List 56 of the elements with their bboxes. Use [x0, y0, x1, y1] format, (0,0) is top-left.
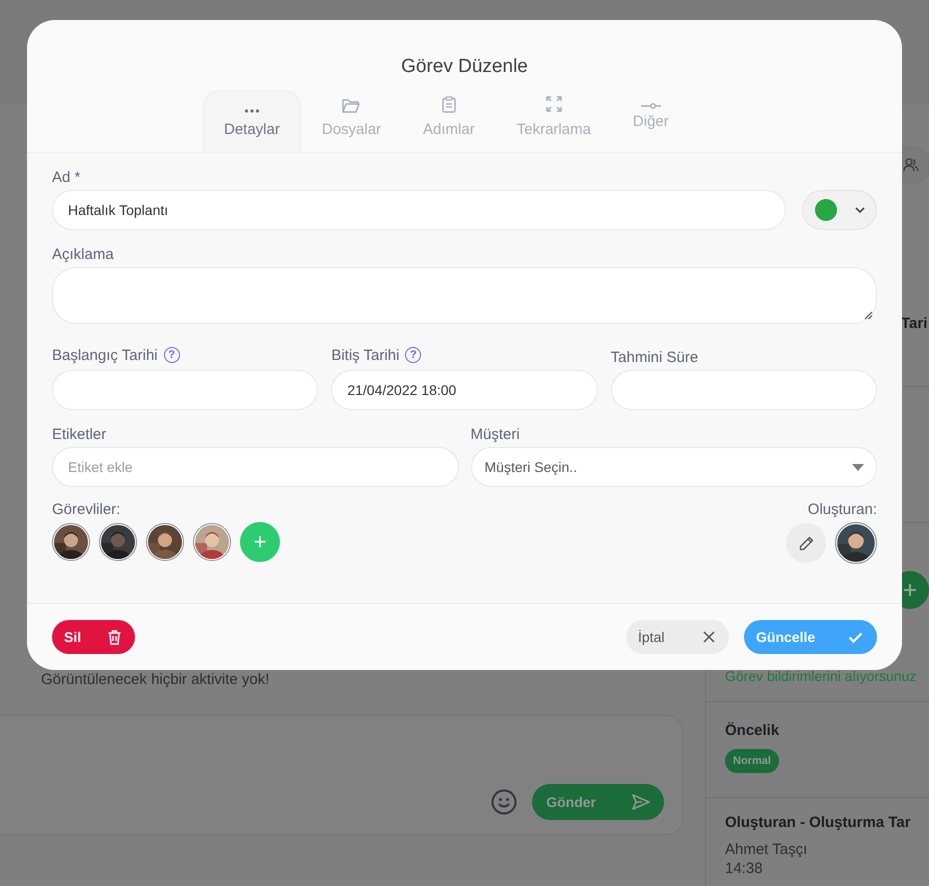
cancel-button[interactable]: İptal: [626, 620, 729, 654]
pencil-icon: [798, 536, 814, 550]
section-heading: Tari: [901, 315, 928, 332]
field-label: Oluşturan:: [808, 501, 877, 518]
trash-icon: [108, 630, 121, 644]
send-icon: [632, 794, 650, 810]
start-date-field[interactable]: [52, 370, 318, 410]
field-label: Müşteri: [470, 426, 521, 443]
folder-icon: [342, 98, 360, 113]
help-icon[interactable]: ?: [405, 347, 422, 363]
customer-select[interactable]: Müşteri Seçin..: [470, 447, 877, 487]
tags-field[interactable]: Etiket ekle: [52, 447, 458, 487]
delete-button[interactable]: Sil: [52, 620, 135, 654]
edit-button[interactable]: [786, 523, 826, 563]
send-button[interactable]: Gönder: [532, 784, 664, 820]
repeat-icon: [544, 95, 563, 113]
description-field[interactable]: [52, 267, 877, 324]
notification-status: Görev bildirimlerini alıyorsunuz: [725, 668, 918, 684]
emoji-icon[interactable]: [491, 789, 518, 815]
field-label: Bitiş Tarihi: [331, 346, 400, 364]
chevron-down-icon: [854, 207, 864, 213]
update-button[interactable]: Güncelle: [744, 620, 877, 654]
plus-icon: [903, 583, 917, 597]
field-label: Görevliler:: [52, 501, 122, 518]
color-picker[interactable]: [802, 190, 877, 230]
created-time: 14:38: [725, 860, 764, 877]
name-field[interactable]: Haftalık Toplantı: [52, 190, 786, 230]
priority-badge: Normal: [725, 749, 779, 773]
people-icon: [903, 158, 919, 172]
empty-activity-text: Görüntülenecek hiçbir aktivite yok!: [41, 671, 270, 688]
comment-box[interactable]: Gönder: [0, 715, 683, 835]
clipboard-icon: [442, 96, 456, 113]
field-label: Başlangıç Tarihi: [52, 346, 158, 364]
field-label: Tahmini Süre: [610, 349, 698, 366]
field-label: Ad *: [52, 169, 82, 186]
tab[interactable]: Tekrarlama: [496, 90, 612, 152]
slider-icon: [640, 103, 661, 109]
close-icon: [703, 631, 715, 643]
more-icon: [244, 109, 260, 113]
tab[interactable]: Diğer: [612, 90, 690, 152]
caret-icon: [852, 464, 864, 470]
creator-name: Ahmet Taşçı: [725, 841, 808, 858]
priority-label: Öncelik: [725, 722, 780, 739]
field-label: Açıklama: [52, 246, 115, 263]
tab[interactable]: Adımlar: [402, 90, 496, 152]
dialog-title: Görev Düzenle: [400, 56, 529, 78]
add-assignee-button[interactable]: +: [240, 522, 280, 562]
help-icon[interactable]: ?: [164, 347, 180, 363]
check-icon: [848, 632, 863, 642]
tab[interactable]: Dosyalar: [300, 90, 402, 152]
estimate-field[interactable]: [610, 370, 877, 410]
tab[interactable]: Detaylar: [203, 90, 301, 152]
end-date-field[interactable]: 21/04/2022 18:00: [331, 370, 598, 410]
creator-heading: Oluşturan - Oluşturma Tar: [725, 814, 912, 831]
resize-handle-icon: [864, 311, 873, 320]
field-label: Etiketler: [52, 426, 108, 443]
